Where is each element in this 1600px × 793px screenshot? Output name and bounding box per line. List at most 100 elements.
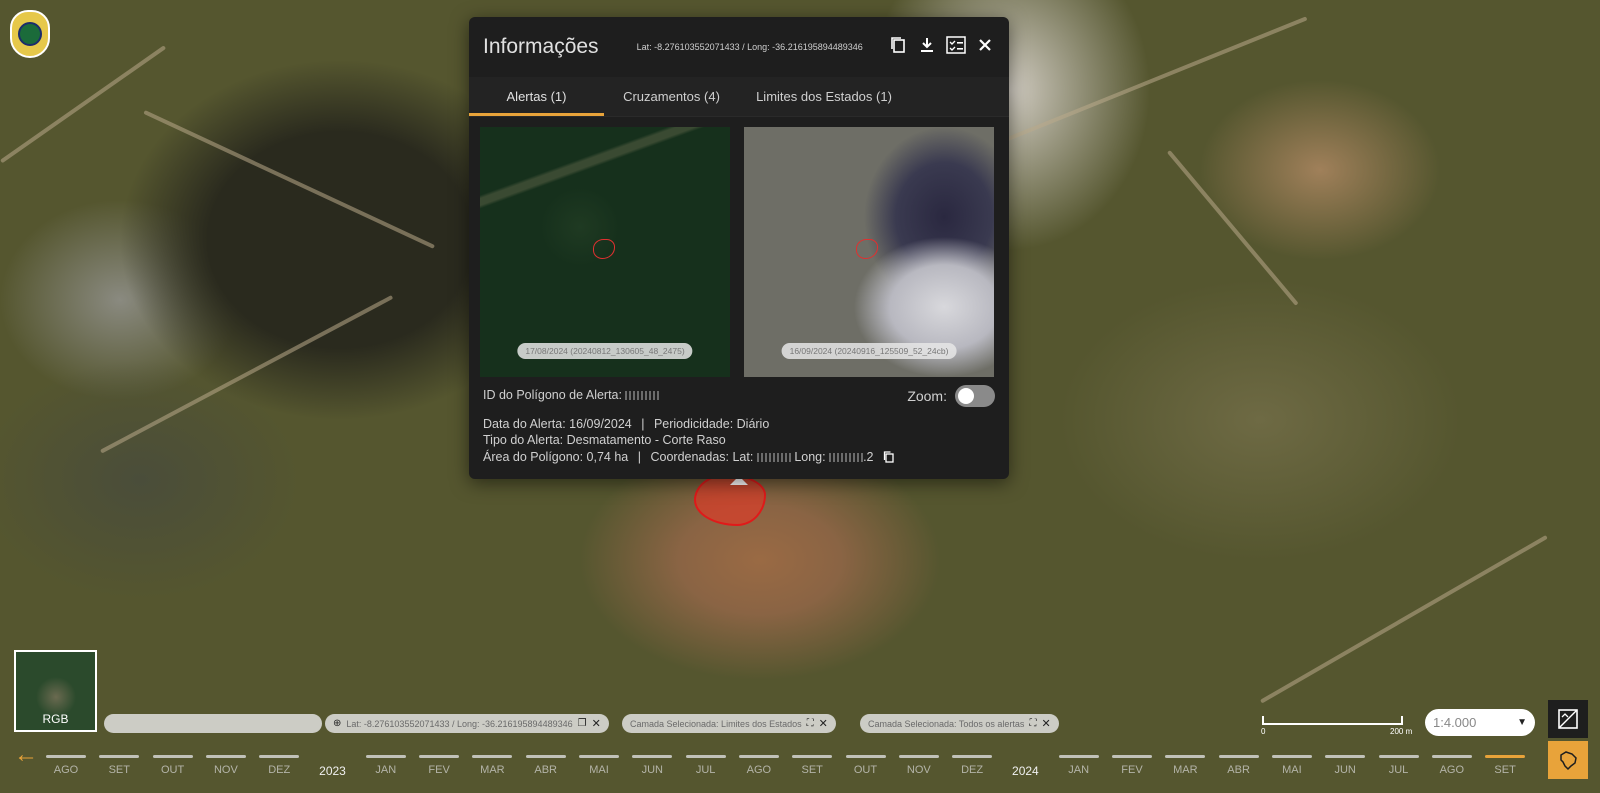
timeline-month[interactable]: OUT bbox=[152, 755, 193, 776]
download-icon[interactable] bbox=[917, 35, 937, 55]
timeline-bar bbox=[579, 755, 619, 758]
search-bar-chip[interactable] bbox=[104, 714, 322, 733]
compare-icon bbox=[1558, 709, 1578, 729]
copy-coordinates-icon[interactable] bbox=[883, 451, 895, 463]
copy-icon[interactable]: ❐ bbox=[578, 718, 587, 729]
timeline-bar bbox=[1378, 755, 1419, 758]
timeline-month[interactable]: NOV bbox=[205, 755, 246, 776]
alert-details: ID do Polígono de Alerta: Zoom: Data do … bbox=[469, 377, 1009, 465]
coordinate-chip-text: Lat: -8.276103552071433 / Long: -36.2161… bbox=[346, 718, 573, 729]
timeline-bar bbox=[1431, 755, 1472, 758]
back-arrow-icon[interactable]: ← bbox=[14, 743, 40, 767]
timeline-bar bbox=[1271, 755, 1312, 758]
alert-outline bbox=[856, 239, 878, 259]
timeline-label: OUT bbox=[160, 764, 185, 776]
map-road bbox=[0, 45, 167, 164]
tab-limites-estados[interactable]: Limites dos Estados (1) bbox=[739, 77, 909, 116]
timeline-label: JAN bbox=[1068, 764, 1090, 776]
timeline-bar bbox=[525, 755, 566, 758]
crosshair-icon: ⊕ bbox=[333, 718, 342, 729]
timeline-month[interactable]: AGO bbox=[738, 755, 779, 776]
focus-icon[interactable]: ⛶ bbox=[1029, 718, 1036, 729]
timeline-bar bbox=[898, 755, 939, 758]
close-icon[interactable] bbox=[975, 35, 995, 55]
layer-chip-text: Camada Selecionada: Todos os alertas bbox=[868, 718, 1025, 729]
timeline-label: ABR bbox=[534, 764, 557, 776]
timeline-label: MAR bbox=[1173, 764, 1198, 776]
timeline-month[interactable]: FEV bbox=[1112, 755, 1152, 776]
satellite-image-before[interactable]: 17/08/2024 (20240812_130605_48_2475) bbox=[480, 127, 730, 377]
timeline-label: JAN bbox=[375, 764, 397, 776]
timeline-month[interactable]: NOV bbox=[898, 755, 939, 776]
logo-emblem-icon bbox=[18, 22, 42, 46]
timeline-bar bbox=[259, 755, 300, 758]
timeline-month[interactable]: MAR bbox=[472, 755, 513, 776]
timeline-month[interactable]: AGO bbox=[46, 755, 86, 776]
timeline-label: AGO bbox=[53, 764, 79, 776]
timeline-bar bbox=[365, 755, 406, 758]
timeline-month[interactable]: JUN bbox=[632, 755, 673, 776]
timeline-month[interactable]: SET bbox=[792, 755, 833, 776]
timeline-label: OUT bbox=[853, 764, 878, 776]
timeline-year: 2024 bbox=[1005, 755, 1045, 778]
coordinates-prefix: Coordenadas: Lat: bbox=[650, 449, 754, 464]
close-icon[interactable]: ✕ bbox=[592, 717, 601, 730]
timeline-month[interactable]: JUL bbox=[1378, 755, 1419, 776]
brazil-map-icon bbox=[1560, 751, 1577, 771]
periodicity: Periodicidade: Diário bbox=[653, 416, 770, 431]
timeline-month[interactable]: MAR bbox=[1165, 755, 1206, 776]
timeline-month[interactable]: MAI bbox=[1271, 755, 1312, 776]
timeline-month[interactable]: ABR bbox=[1218, 755, 1259, 776]
copy-icon[interactable] bbox=[888, 35, 908, 55]
timeline-month[interactable]: OUT bbox=[845, 755, 886, 776]
polygon-area: Área do Polígono: 0,74 ha bbox=[483, 449, 629, 464]
scale-value: 1:4.000 bbox=[1433, 715, 1477, 730]
focus-icon[interactable]: ⛶ bbox=[807, 718, 814, 729]
timeline-month[interactable]: SET bbox=[99, 755, 140, 776]
checklist-icon[interactable] bbox=[946, 35, 966, 55]
brazil-map-button[interactable] bbox=[1548, 741, 1588, 779]
timeline-month[interactable]: DEZ bbox=[952, 755, 993, 776]
zoom-toggle[interactable] bbox=[955, 385, 995, 407]
timeline-bar bbox=[99, 755, 140, 758]
timeline-month[interactable]: JUL bbox=[685, 755, 726, 776]
timeline-month[interactable]: FEV bbox=[419, 755, 460, 776]
popup-header: Informações Lat: -8.276103552071433 / Lo… bbox=[469, 17, 1009, 77]
timeline-month[interactable]: DEZ bbox=[259, 755, 300, 776]
longitude-label: Long: bbox=[794, 449, 826, 464]
tab-cruzamentos[interactable]: Cruzamentos (4) bbox=[604, 77, 739, 116]
alert-outline bbox=[593, 239, 615, 259]
timeline-label: 2024 bbox=[1012, 764, 1039, 778]
basemap-selector[interactable]: RGB bbox=[14, 650, 97, 732]
close-icon[interactable]: ✕ bbox=[819, 717, 828, 730]
map-road bbox=[100, 295, 394, 454]
timeline-label: MAI bbox=[1282, 764, 1302, 776]
layer-chip-alertas: Camada Selecionada: Todos os alertas ⛶ ✕ bbox=[860, 714, 1059, 733]
alert-type-row: Tipo do Alerta: Desmatamento - Corte Ras… bbox=[483, 432, 995, 449]
zoom-label: Zoom: bbox=[907, 387, 947, 404]
close-icon[interactable]: ✕ bbox=[1041, 717, 1050, 730]
timeline-label: SET bbox=[801, 764, 823, 776]
timeline-bar bbox=[845, 755, 886, 758]
timeline-month[interactable]: AGO bbox=[1431, 755, 1472, 776]
chevron-down-icon: ▼ bbox=[1517, 717, 1527, 728]
popup-coordinates: Lat: -8.276103552071433 / Long: -36.2161… bbox=[636, 42, 863, 52]
timeline-month[interactable]: ABR bbox=[525, 755, 566, 776]
scale-dropdown[interactable]: 1:4.000 ▼ bbox=[1425, 709, 1535, 736]
timeline-label: NOV bbox=[906, 764, 931, 776]
tab-alertas[interactable]: Alertas (1) bbox=[469, 77, 604, 116]
timeline-label: MAR bbox=[480, 764, 505, 776]
toggle-knob bbox=[958, 388, 974, 404]
timeline-bar bbox=[419, 755, 460, 758]
coordinate-chip: ⊕ Lat: -8.276103552071433 / Long: -36.21… bbox=[325, 714, 609, 733]
timeline-month[interactable]: MAI bbox=[579, 755, 619, 776]
info-popup: Informações Lat: -8.276103552071433 / Lo… bbox=[469, 17, 1009, 479]
timeline-month[interactable]: JUN bbox=[1325, 755, 1366, 776]
satellite-image-after[interactable]: 16/09/2024 (20240916_125509_52_24cb) bbox=[744, 127, 994, 377]
timeline-bar bbox=[952, 755, 993, 758]
timeline-month[interactable]: SET bbox=[1485, 755, 1526, 776]
timeline-month[interactable]: JAN bbox=[1058, 755, 1099, 776]
timeline-label: AGO bbox=[746, 764, 772, 776]
layer-compare-button[interactable] bbox=[1548, 700, 1588, 738]
timeline-month[interactable]: JAN bbox=[365, 755, 406, 776]
